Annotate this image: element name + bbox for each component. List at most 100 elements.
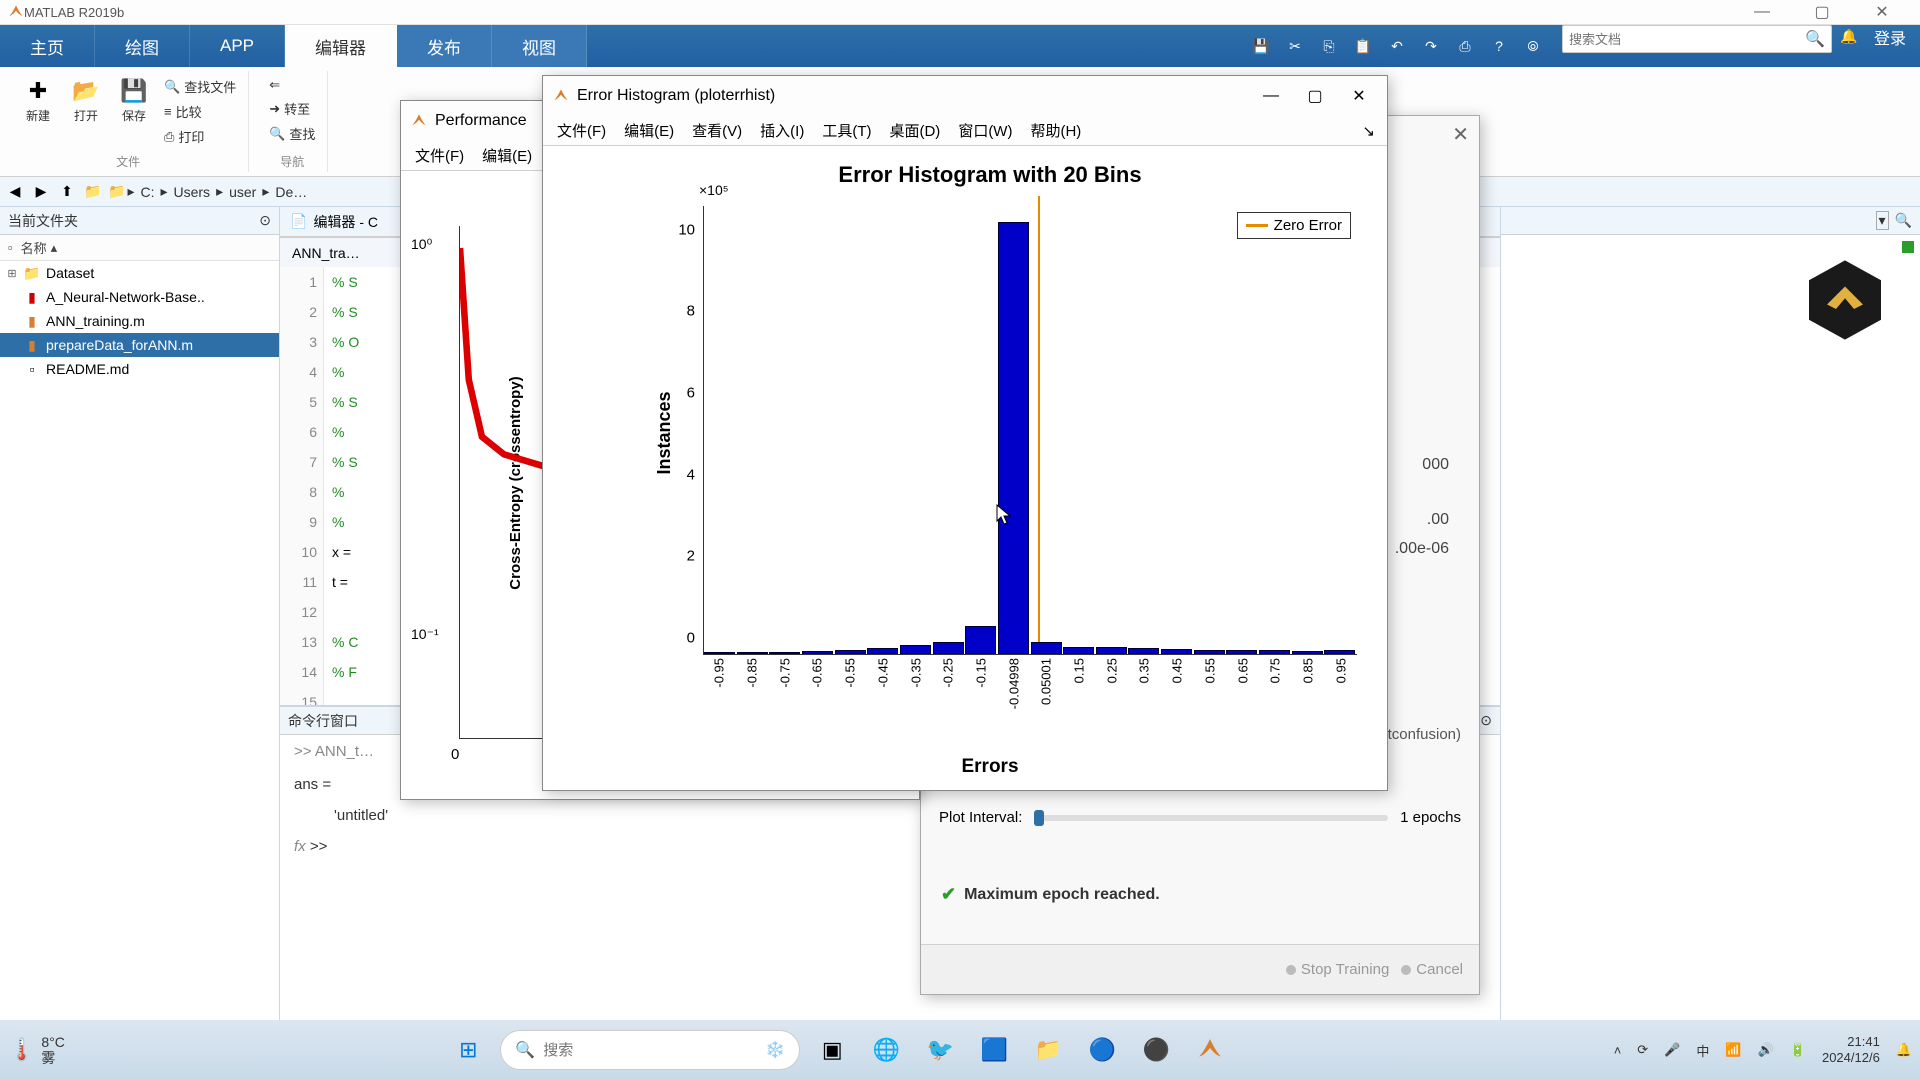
- addr-fwd-button[interactable]: ▶: [30, 181, 52, 203]
- fig-menu-file[interactable]: 文件(F): [549, 117, 614, 144]
- list-item[interactable]: ▫README.md: [0, 357, 279, 381]
- fig-menu-window[interactable]: 窗口(W): [950, 117, 1020, 144]
- addr-path[interactable]: 📁▸ C:▸ Users▸ user▸ De…: [108, 183, 311, 200]
- minimize-button[interactable]: —: [1732, 0, 1792, 25]
- tray-battery-icon[interactable]: 🔋: [1790, 1042, 1806, 1058]
- open-icon: 📂: [72, 77, 100, 105]
- app-icon-2[interactable]: 🟦: [972, 1028, 1016, 1072]
- redo-icon[interactable]: ↷: [1420, 35, 1442, 57]
- ribbon-tab-home[interactable]: 主页: [0, 25, 95, 67]
- tray-ime[interactable]: 中: [1696, 1041, 1709, 1060]
- taskbar-search[interactable]: 🔍 ❄️: [500, 1030, 800, 1070]
- chart-yticks: 0246810: [663, 206, 699, 655]
- save-button[interactable]: 💾保存: [112, 73, 156, 150]
- ribbon-tab-editor[interactable]: 编辑器: [285, 25, 397, 67]
- print-button[interactable]: ⎙打印: [160, 125, 240, 148]
- ws-search-icon[interactable]: 🔍: [1895, 212, 1912, 229]
- fig-close-button[interactable]: ✕: [1341, 81, 1377, 111]
- doc-search[interactable]: 🔍: [1562, 25, 1832, 53]
- folder-icon: 📁: [24, 265, 40, 282]
- nn-val-3: .00e-06: [1395, 540, 1449, 558]
- col-name-header[interactable]: 名称: [21, 238, 47, 257]
- perf-menu-file[interactable]: 文件(F): [407, 142, 472, 169]
- editor-subtab[interactable]: ANN_tra…: [292, 245, 360, 261]
- fig-menu-tools[interactable]: 工具(T): [814, 117, 879, 144]
- fig-menu-insert[interactable]: 插入(I): [752, 117, 812, 144]
- errhist-title: Error Histogram (ploterrhist): [577, 87, 775, 105]
- tray-clock[interactable]: 21:41 2024/12/6: [1822, 1034, 1880, 1065]
- cut-icon[interactable]: ✂: [1284, 35, 1306, 57]
- copy-icon[interactable]: ⎘: [1318, 35, 1340, 57]
- doc-search-input[interactable]: [1569, 32, 1805, 47]
- ribbon-tab-view[interactable]: 视图: [492, 25, 587, 67]
- new-button[interactable]: ✚新建: [16, 73, 60, 150]
- settings-icon[interactable]: ⦾: [1522, 35, 1544, 57]
- tray-wifi-icon[interactable]: 📶: [1725, 1042, 1741, 1058]
- tray-sync-icon[interactable]: ⟳: [1637, 1042, 1648, 1058]
- slider-thumb[interactable]: [1034, 810, 1044, 826]
- perf-menu-edit[interactable]: 编辑(E): [474, 142, 540, 169]
- paste-icon[interactable]: 📋: [1352, 35, 1374, 57]
- chrome-icon[interactable]: 🔵: [1080, 1028, 1124, 1072]
- edge-icon[interactable]: 🌐: [864, 1028, 908, 1072]
- start-button[interactable]: ⊞: [446, 1028, 490, 1072]
- addr-back-button[interactable]: ◀: [4, 181, 26, 203]
- current-folder-menu-icon[interactable]: ⊙: [259, 212, 271, 229]
- goto-button[interactable]: ➜转至: [265, 97, 319, 120]
- editor-tab-label[interactable]: 编辑器 - C: [313, 212, 378, 232]
- fig-menu-desktop[interactable]: 桌面(D): [881, 117, 948, 144]
- obs-icon[interactable]: ⚫: [1134, 1028, 1178, 1072]
- findfiles-icon: 🔍: [164, 79, 180, 95]
- nn-val-1: 000: [1422, 456, 1449, 474]
- list-item[interactable]: ▮prepareData_forANN.m: [0, 333, 279, 357]
- tray-volume-icon[interactable]: 🔊: [1758, 1042, 1774, 1058]
- findfiles-button[interactable]: 🔍查找文件: [160, 75, 240, 98]
- open-button[interactable]: 📂打开: [64, 73, 108, 150]
- expand-icon[interactable]: ⊞: [6, 267, 18, 280]
- login-link[interactable]: 登录: [1860, 25, 1920, 67]
- print-icon[interactable]: ⎙: [1454, 35, 1476, 57]
- close-button[interactable]: ✕: [1852, 0, 1912, 25]
- ribbon-tab-publish[interactable]: 发布: [397, 25, 492, 67]
- help-icon[interactable]: ?: [1488, 35, 1510, 57]
- sort-asc-icon[interactable]: ▴: [51, 240, 58, 256]
- matlab-taskbar-icon[interactable]: [1188, 1028, 1232, 1072]
- ribbon-tab-plots[interactable]: 绘图: [95, 25, 190, 67]
- explorer-icon[interactable]: 📁: [1026, 1028, 1070, 1072]
- taskbar-search-input[interactable]: [543, 1042, 757, 1059]
- plot-interval-label: Plot Interval:: [939, 809, 1022, 826]
- fig-menu-help[interactable]: 帮助(H): [1022, 117, 1089, 144]
- ribbon-tab-apps[interactable]: APP: [190, 25, 285, 67]
- compare-button[interactable]: ≡比较: [160, 100, 240, 123]
- nntrain-close-button[interactable]: ✕: [1452, 122, 1469, 147]
- find-icon: 🔍: [269, 126, 285, 142]
- maximize-button[interactable]: ▢: [1792, 0, 1852, 25]
- taskview-button[interactable]: ▣: [810, 1028, 854, 1072]
- tray-chevron-icon[interactable]: ˄: [1614, 1043, 1622, 1058]
- fig-menu-view[interactable]: 查看(V): [684, 117, 750, 144]
- ws-dropdown[interactable]: ▾: [1876, 211, 1889, 230]
- save-icon[interactable]: 💾: [1250, 35, 1272, 57]
- weather-widget[interactable]: 🌡️ 8°C雾: [8, 1034, 65, 1066]
- list-item[interactable]: ⊞📁Dataset: [0, 261, 279, 285]
- fig-menu-edit[interactable]: 编辑(E): [616, 117, 682, 144]
- app-icon-1[interactable]: 🐦: [918, 1028, 962, 1072]
- tray-mic-icon[interactable]: 🎤: [1664, 1042, 1680, 1058]
- fig-menu-more-icon[interactable]: ↘: [1356, 122, 1381, 140]
- bell-icon[interactable]: 🔔: [1838, 25, 1860, 47]
- list-item[interactable]: ▮A_Neural-Network-Base..: [0, 285, 279, 309]
- taskbar[interactable]: 🌡️ 8°C雾 ⊞ 🔍 ❄️ ▣ 🌐 🐦 🟦 📁 🔵 ⚫ ˄ ⟳ 🎤 中 📶 🔊…: [0, 1020, 1920, 1080]
- undo-icon[interactable]: ↶: [1386, 35, 1408, 57]
- plot-interval-slider[interactable]: [1034, 815, 1388, 821]
- addr-up-button[interactable]: ⬆: [56, 181, 78, 203]
- errhist-figure-window[interactable]: Error Histogram (ploterrhist) — ▢ ✕ 文件(F…: [542, 75, 1388, 791]
- find-button[interactable]: 🔍查找: [265, 122, 319, 145]
- addr-browse-button[interactable]: 📁: [82, 181, 104, 203]
- nav-back-btn[interactable]: ⇐: [265, 75, 319, 95]
- tray-notifications-icon[interactable]: 🔔: [1896, 1042, 1912, 1058]
- fig-minimize-button[interactable]: —: [1253, 81, 1289, 111]
- fig-maximize-button[interactable]: ▢: [1297, 81, 1333, 111]
- cmdwin-menu-icon[interactable]: ⊙: [1480, 712, 1492, 729]
- search-icon[interactable]: 🔍: [1805, 29, 1825, 49]
- list-item[interactable]: ▮ANN_training.m: [0, 309, 279, 333]
